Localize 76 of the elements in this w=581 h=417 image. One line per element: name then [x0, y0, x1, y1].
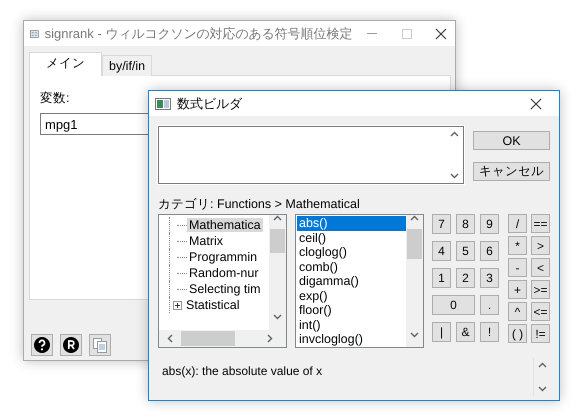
tree-item[interactable]: Random-nur — [187, 266, 260, 280]
scroll-up-icon[interactable] — [273, 215, 282, 221]
scroll-down-icon[interactable] — [538, 386, 546, 392]
window-title: signrank - ウィルコクソンの対応のある符号順位検定 — [44, 24, 352, 42]
tree-item[interactable]: Matrix — [187, 234, 226, 248]
operator-key[interactable]: - — [508, 258, 527, 277]
expand-icon[interactable] — [173, 300, 182, 310]
function-item[interactable]: exp() — [297, 288, 406, 303]
scroll-down-icon[interactable] — [410, 332, 419, 338]
operator-key[interactable]: == — [531, 214, 550, 233]
function-item[interactable]: cloglog() — [297, 245, 406, 260]
copy-icon — [92, 337, 108, 353]
window-icon — [155, 98, 171, 110]
operator-key[interactable]: < — [531, 258, 550, 277]
keypad-key[interactable]: 2 — [456, 268, 475, 288]
keypad-key[interactable]: ! — [480, 322, 499, 342]
variable-label: 変数: — [40, 90, 70, 107]
function-item[interactable]: abs() — [297, 216, 406, 230]
operator-key[interactable]: / — [508, 214, 527, 233]
keypad-key[interactable]: | — [432, 322, 451, 342]
keypad-key[interactable]: 8 — [456, 214, 475, 234]
operator-key[interactable]: + — [508, 280, 527, 299]
scrollbar-thumb[interactable] — [270, 229, 285, 253]
keypad-key[interactable]: 7 — [432, 214, 451, 234]
keypad-key[interactable]: 6 — [480, 241, 499, 261]
operator-key[interactable]: <= — [531, 302, 550, 321]
function-item[interactable]: floor() — [297, 303, 406, 318]
tree-item[interactable]: Selecting tim — [187, 282, 263, 296]
cancel-button[interactable]: キャンセル — [473, 162, 550, 181]
tab[interactable]: メイン — [29, 52, 102, 76]
tree-item[interactable]: Programmin — [187, 250, 260, 264]
function-item[interactable]: comb() — [297, 260, 406, 274]
scroll-right-icon[interactable] — [266, 334, 272, 343]
scroll-up-icon[interactable] — [450, 131, 459, 137]
operator-key[interactable]: * — [508, 236, 527, 255]
scroll-down-icon[interactable] — [450, 173, 459, 179]
function-item[interactable]: digamma() — [297, 274, 406, 288]
keypad-key[interactable]: 9 — [480, 214, 499, 234]
scroll-up-icon[interactable] — [410, 215, 419, 221]
scrollbar-thumb[interactable] — [407, 229, 422, 259]
operator-key[interactable]: != — [531, 324, 550, 343]
function-description: abs(x): the absolute value of x — [161, 363, 324, 380]
operator-key[interactable]: ^ — [508, 302, 527, 321]
tree-item[interactable]: Mathematica — [187, 218, 263, 232]
r-circle-icon — [63, 337, 79, 353]
keypad-key[interactable]: & — [456, 322, 475, 342]
operator-key[interactable]: > — [531, 236, 550, 255]
operator-key[interactable]: >= — [531, 280, 550, 299]
function-item[interactable]: int() — [297, 318, 406, 332]
operator-key[interactable]: ( ) — [508, 324, 527, 343]
window-icon — [30, 28, 39, 40]
keypad-key[interactable]: 0 — [432, 295, 475, 315]
minimize-icon[interactable] — [367, 33, 378, 34]
copy-button[interactable] — [89, 334, 111, 356]
tree-item[interactable]: Statistical — [184, 298, 242, 312]
category-label: カテゴリ: Functions > Mathematical — [158, 196, 361, 211]
keypad-key[interactable]: . — [480, 295, 499, 315]
keypad-key[interactable]: 4 — [432, 241, 451, 261]
keypad-key[interactable]: 1 — [432, 268, 451, 288]
scroll-down-icon[interactable] — [273, 314, 282, 320]
scroll-left-icon[interactable] — [167, 334, 173, 343]
ok-button[interactable]: OK — [473, 131, 550, 150]
function-item[interactable]: ceil() — [297, 230, 406, 245]
help-button[interactable] — [31, 334, 53, 356]
scrollbar-thumb[interactable] — [181, 331, 235, 346]
r-button[interactable] — [60, 334, 82, 356]
keypad-key[interactable]: 3 — [480, 268, 499, 288]
expression-field[interactable] — [158, 126, 464, 184]
help-icon — [34, 337, 50, 353]
close-icon[interactable] — [434, 28, 447, 40]
dialog-title: 数式ビルダ — [177, 94, 244, 112]
scroll-up-icon[interactable] — [538, 362, 546, 368]
function-item[interactable]: invcloglog() — [297, 332, 406, 346]
close-icon[interactable] — [530, 98, 542, 110]
keypad-key[interactable]: 5 — [456, 241, 475, 261]
tab[interactable]: by/if/in — [102, 55, 152, 76]
